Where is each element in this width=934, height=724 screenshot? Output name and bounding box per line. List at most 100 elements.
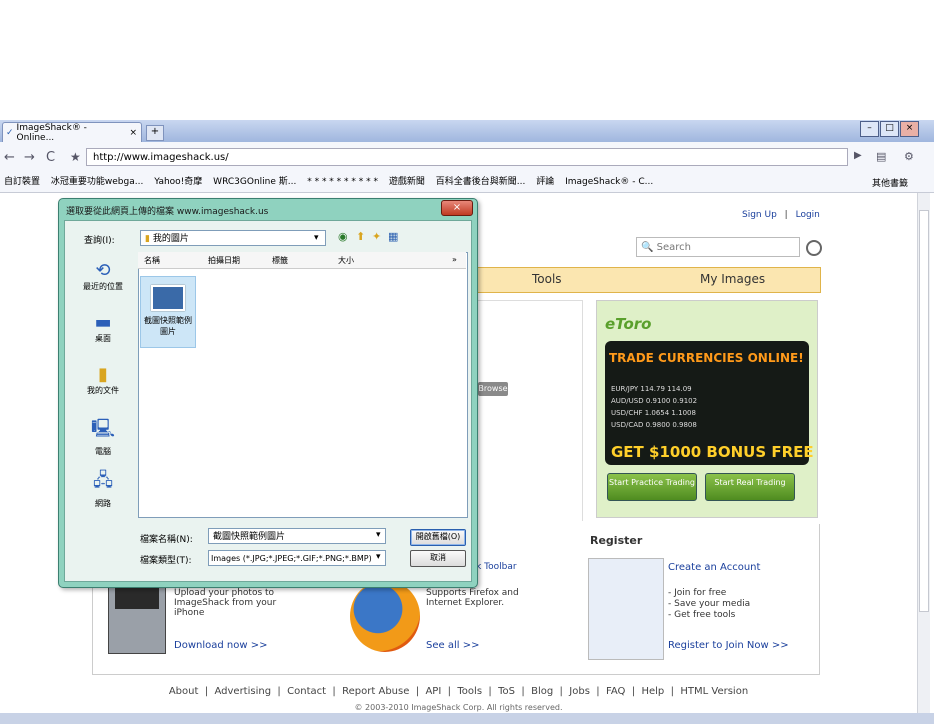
place-computer[interactable]: 🖳 電腦: [72, 416, 134, 457]
star-bookmark-icon[interactable]: ★: [70, 150, 81, 164]
column-date-taken[interactable]: 拍攝日期: [208, 255, 240, 266]
place-desktop[interactable]: ▬ 桌面: [72, 312, 134, 344]
footer-link-api[interactable]: API: [425, 686, 441, 697]
see-all-link[interactable]: See all >>: [426, 640, 479, 651]
bookmark-item[interactable]: * * * * * * * * * *: [307, 172, 378, 192]
new-folder-icon[interactable]: ✦: [372, 230, 381, 243]
nav-my-images[interactable]: My Images: [700, 272, 765, 286]
register-screenshots: [588, 558, 664, 660]
column-name[interactable]: 名稱: [144, 255, 160, 266]
computer-icon: 🖳: [90, 418, 115, 439]
footer-link-tos[interactable]: ToS: [498, 686, 515, 697]
bookmark-item[interactable]: 自訂裝置: [4, 172, 40, 192]
bookmark-item[interactable]: 評論: [536, 172, 554, 192]
place-label: 網路: [95, 499, 111, 508]
minimize-button[interactable]: –: [860, 121, 879, 137]
view-menu-icon[interactable]: ▦: [388, 230, 398, 243]
cancel-button[interactable]: 取消: [410, 550, 466, 567]
footer-link-jobs[interactable]: Jobs: [569, 686, 590, 697]
footer-link-faq[interactable]: FAQ: [606, 686, 625, 697]
tab-imageshack[interactable]: ✓ ImageShack® - Online... ×: [2, 122, 142, 143]
etoro-advertisement[interactable]: eToro TRADE CURRENCIES ONLINE! EUR/JPY 1…: [596, 300, 818, 518]
search-go-button[interactable]: [806, 240, 822, 256]
search-placeholder: Search: [656, 242, 691, 253]
footer-links: About | Advertising | Contact | Report A…: [168, 686, 749, 697]
more-columns-icon[interactable]: »: [452, 255, 457, 264]
chevron-down-icon[interactable]: ▾: [376, 552, 381, 562]
footer-link-blog[interactable]: Blog: [531, 686, 553, 697]
up-folder-icon[interactable]: ⬆: [356, 230, 365, 243]
reload-icon[interactable]: C: [46, 150, 55, 165]
close-window-button[interactable]: ×: [900, 121, 919, 137]
footer-link-about[interactable]: About: [169, 686, 199, 697]
tab-title: ImageShack® - Online...: [16, 122, 87, 143]
dialog-close-button[interactable]: ×: [441, 200, 473, 216]
register-join-link[interactable]: Register to Join Now >>: [668, 640, 789, 651]
page-menu-icon[interactable]: ▤: [876, 150, 886, 163]
file-type-label: 檔案類型(T):: [140, 556, 192, 566]
look-in-label: 查詢(I):: [84, 236, 115, 246]
ad-bonus: GET $1000 BONUS FREE: [611, 443, 814, 461]
nav-tools[interactable]: Tools: [532, 272, 562, 286]
file-name-input[interactable]: 截圖快照範例圖片: [208, 528, 386, 544]
tab-close-icon[interactable]: ×: [129, 128, 137, 138]
new-tab-button[interactable]: +: [146, 125, 164, 141]
footer-link-advertising[interactable]: Advertising: [214, 686, 271, 697]
maximize-button[interactable]: □: [880, 121, 899, 137]
bookmark-item[interactable]: 冰冠重要功能webga...: [51, 172, 143, 192]
register-bullet: - Save your media: [668, 599, 751, 609]
look-in-select[interactable]: ▮ 我的圖片: [140, 230, 326, 246]
forward-arrow-icon[interactable]: →: [24, 150, 35, 165]
place-documents[interactable]: ▮ 我的文件: [72, 364, 134, 396]
other-bookmarks[interactable]: 其他書籤: [872, 176, 908, 189]
account-links: Sign Up | Login: [742, 210, 820, 220]
open-button[interactable]: 開啟舊檔(O): [410, 529, 466, 546]
footer-link-help[interactable]: Help: [641, 686, 664, 697]
wrench-icon[interactable]: ⚙: [904, 150, 914, 163]
ad-headline: TRADE CURRENCIES ONLINE!: [609, 351, 804, 365]
bookmark-item[interactable]: 百科全書後台與新聞...: [436, 172, 526, 192]
back-arrow-icon[interactable]: ←: [4, 150, 15, 165]
recent-places-icon: ⟲: [95, 260, 111, 281]
bookmark-item[interactable]: 遊戲新聞: [389, 172, 425, 192]
login-link[interactable]: Login: [796, 210, 820, 220]
register-heading: Register: [590, 534, 643, 547]
download-now-link[interactable]: Download now >>: [174, 640, 267, 651]
bookmark-item[interactable]: Yahoo!奇摩: [154, 172, 202, 192]
chevron-down-icon[interactable]: ▾: [376, 530, 381, 540]
register-bullet: - Get free tools: [668, 610, 736, 620]
place-network[interactable]: 🖧 網路: [72, 468, 134, 509]
column-size[interactable]: 大小: [338, 255, 354, 266]
bookmarks-bar: 自訂裝置 冰冠重要功能webga... Yahoo!奇摩 WRC3GOnline…: [0, 172, 934, 193]
footer-link-contact[interactable]: Contact: [287, 686, 326, 697]
ad-rate-row: AUD/USD 0.9100 0.9102: [611, 397, 698, 405]
upload-panel: [472, 300, 583, 521]
bookmark-item[interactable]: ImageShack® - C...: [565, 172, 653, 192]
bookmark-item[interactable]: WRC3GOnline 斯...: [213, 172, 296, 192]
create-account-link[interactable]: Create an Account: [668, 562, 760, 573]
address-bar[interactable]: http://www.imageshack.us/: [86, 148, 848, 166]
sign-up-link[interactable]: Sign Up: [742, 210, 777, 220]
start-real-trading-button[interactable]: Start Real Trading: [705, 473, 795, 501]
copyright: © 2003-2010 ImageShack Corp. All rights …: [354, 703, 563, 712]
back-icon[interactable]: ◉: [338, 230, 348, 243]
column-tags[interactable]: 標籤: [272, 255, 288, 266]
footer-link-html-version[interactable]: HTML Version: [680, 686, 748, 697]
file-name-label: 檔案名稱(N):: [140, 535, 193, 545]
scrollbar-thumb[interactable]: [919, 210, 929, 612]
play-arrow-icon[interactable]: ▶: [854, 150, 862, 161]
place-recent[interactable]: ⟲ 最近的位置: [72, 260, 134, 292]
file-list-header: 名稱 拍攝日期 標籤 大小 »: [138, 252, 466, 269]
chevron-down-icon[interactable]: ▾: [314, 230, 319, 246]
etoro-logo: eToro: [605, 315, 652, 333]
footer-link-tools[interactable]: Tools: [457, 686, 482, 697]
documents-folder-icon: ▮: [98, 364, 108, 385]
footer-link-report-abuse[interactable]: Report Abuse: [342, 686, 409, 697]
imageshack-favicon-icon: ✓: [6, 127, 14, 138]
file-type-select[interactable]: Images (*.JPG;*.JPEG;*.GIF;*.PNG;*.BMP): [208, 550, 386, 566]
search-input[interactable]: 🔍 Search: [636, 237, 800, 257]
browse-button[interactable]: Browse: [478, 382, 508, 396]
file-item[interactable]: 截圖快照範例圖片: [140, 276, 196, 348]
start-practice-trading-button[interactable]: Start Practice Trading: [607, 473, 697, 501]
image-thumbnail: [151, 285, 185, 311]
